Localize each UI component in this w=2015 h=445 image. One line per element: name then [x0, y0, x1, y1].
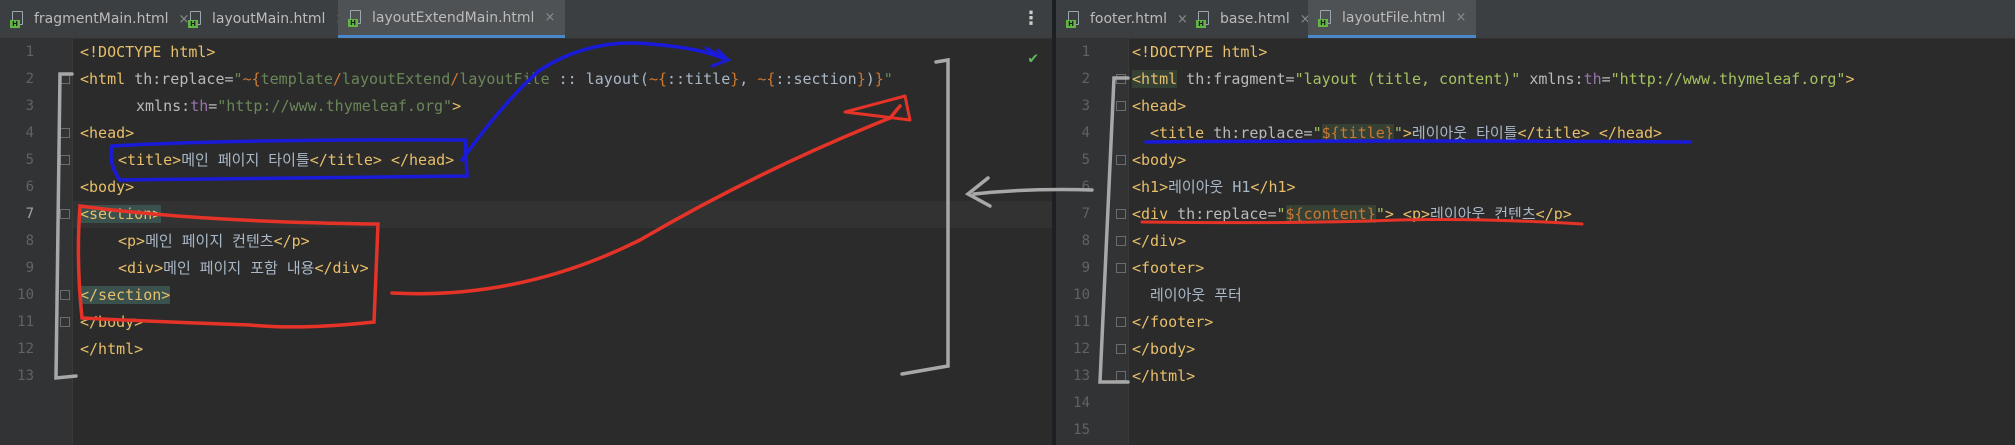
line-number: 4 [1081, 125, 1090, 141]
line-number: 1 [25, 44, 34, 60]
line-number: 10 [17, 287, 34, 303]
line-number: 9 [1081, 260, 1090, 276]
tab-layout-main[interactable]: H layoutMain.html × [178, 0, 356, 38]
html-file-icon: H [348, 9, 364, 27]
tab-label: layoutMain.html [212, 11, 326, 27]
line-number: 2 [1081, 71, 1090, 87]
code-line: </footer> [1132, 313, 1214, 331]
html-file-icon: H [1318, 9, 1334, 27]
line-number: 1 [1081, 44, 1090, 60]
line-number: 13 [1073, 368, 1090, 384]
tab-footer[interactable]: H footer.html × [1056, 0, 1198, 38]
line-number: 12 [17, 341, 34, 357]
line-number: 3 [25, 98, 34, 114]
fold-marker-icon[interactable] [1116, 317, 1126, 327]
fold-marker-icon[interactable] [1116, 101, 1126, 111]
code-line: <title>메인 페이지 타이틀</title> </head> [118, 151, 455, 169]
line-number: 8 [25, 233, 34, 249]
tab-layout-extend-main[interactable]: H layoutExtendMain.html × [338, 0, 566, 38]
tab-base[interactable]: H base.html × [1186, 0, 1321, 38]
right-tab-bar: H footer.html × H base.html × H layoutFi… [1056, 0, 2015, 39]
close-tab-icon[interactable]: × [544, 10, 555, 25]
line-number: 7 [25, 206, 34, 222]
code-line: <footer> [1132, 259, 1205, 277]
fold-marker-icon[interactable] [1116, 236, 1126, 246]
tab-label: layoutExtendMain.html [372, 9, 535, 26]
line-number: 6 [25, 179, 34, 195]
code-line: <h1>레이아웃 H1</h1> [1132, 178, 1296, 196]
left-code-editor[interactable]: 1 2 3 4 5 6 7 8 9 10 11 12 13 <!DOCTYPE … [0, 39, 1052, 445]
line-number: 11 [1073, 314, 1090, 330]
code-line: <html th:replace="~{template/layoutExten… [80, 70, 893, 88]
right-editor-pane: H footer.html × H base.html × H layoutFi… [1056, 0, 2015, 445]
line-number-gutter: 1 2 3 4 5 6 7 8 9 10 11 12 13 14 15 [1056, 39, 1129, 445]
code-line: </body> [80, 313, 144, 331]
fold-marker-icon[interactable] [60, 155, 70, 165]
tab-label: fragmentMain.html [34, 11, 169, 27]
fold-marker-icon[interactable] [1116, 155, 1126, 165]
code-line: <div th:replace="${content}"> <p>레이아웃 컨텐… [1132, 205, 1572, 223]
html-file-icon: H [10, 11, 26, 28]
close-tab-icon[interactable]: × [1455, 10, 1466, 25]
fold-marker-icon[interactable] [1116, 74, 1126, 84]
code-line: <p>메인 페이지 컨텐츠</p> [118, 232, 310, 250]
line-number: 10 [1073, 287, 1090, 303]
fold-marker-icon[interactable] [1116, 344, 1126, 354]
line-number: 14 [1073, 395, 1090, 411]
code-line: xmlns:th="http://www.thymeleaf.org"> [136, 97, 462, 115]
line-number: 5 [25, 152, 34, 168]
line-number-gutter: 1 2 3 4 5 6 7 8 9 10 11 12 13 [0, 39, 73, 445]
code-line: <section> [80, 205, 162, 223]
line-number: 7 [1081, 206, 1090, 222]
code-line: 레이아웃 푸터 [1150, 286, 1242, 304]
code-line: <title th:replace="${title}">레이아웃 타이틀</t… [1150, 124, 1663, 142]
checkmark-icon: ✔ [1028, 48, 1038, 67]
code-line: <body> [80, 178, 135, 196]
tab-layout-file[interactable]: H layoutFile.html × [1308, 0, 1477, 38]
line-number: 6 [1081, 179, 1090, 195]
tab-fragment-main[interactable]: H fragmentMain.html × [0, 0, 199, 38]
kebab-menu-icon[interactable]: ⋮ [1022, 10, 1040, 28]
line-number: 11 [17, 314, 34, 330]
fold-marker-icon[interactable] [60, 209, 70, 219]
fold-marker-icon[interactable] [1116, 371, 1126, 381]
left-editor-pane: H fragmentMain.html × H layoutMain.html … [0, 0, 1052, 445]
code-line: <!DOCTYPE html> [80, 43, 216, 61]
code-line: <div>메인 페이지 포함 내용</div> [118, 259, 369, 277]
fold-marker-icon[interactable] [1116, 263, 1126, 273]
fold-marker-icon[interactable] [60, 128, 70, 138]
fold-marker-icon[interactable] [60, 317, 70, 327]
code-line: <!DOCTYPE html> [1132, 43, 1268, 61]
left-tab-bar: H fragmentMain.html × H layoutMain.html … [0, 0, 1052, 39]
line-number: 2 [25, 71, 34, 87]
code-line: </body> [1132, 340, 1196, 358]
code-line: </div> [1132, 232, 1187, 250]
code-line: </section> [80, 286, 171, 304]
tab-label: footer.html [1090, 11, 1167, 27]
line-number: 3 [1081, 98, 1090, 114]
html-file-icon: H [1066, 11, 1082, 28]
line-number: 12 [1073, 341, 1090, 357]
line-number: 15 [1073, 422, 1090, 438]
html-file-icon: H [188, 11, 204, 28]
fold-marker-icon[interactable] [60, 290, 70, 300]
code-line: </html> [1132, 367, 1196, 385]
code-line: <body> [1132, 151, 1187, 169]
code-line: </html> [80, 340, 144, 358]
code-line: <head> [80, 124, 135, 142]
right-code-editor[interactable]: 1 2 3 4 5 6 7 8 9 10 11 12 13 14 15 <!DO… [1056, 39, 2015, 445]
code-line: <html th:fragment="layout (title, conten… [1132, 70, 1855, 88]
line-number: 4 [25, 125, 34, 141]
fold-marker-icon[interactable] [1116, 209, 1126, 219]
fold-marker-icon[interactable] [60, 74, 70, 84]
code-line: <head> [1132, 97, 1187, 115]
line-number: 5 [1081, 152, 1090, 168]
tab-label: layoutFile.html [1342, 9, 1446, 26]
line-number: 9 [25, 260, 34, 276]
line-number: 13 [17, 368, 34, 384]
html-file-icon: H [1196, 11, 1212, 28]
line-number: 8 [1081, 233, 1090, 249]
tab-label: base.html [1220, 11, 1290, 27]
